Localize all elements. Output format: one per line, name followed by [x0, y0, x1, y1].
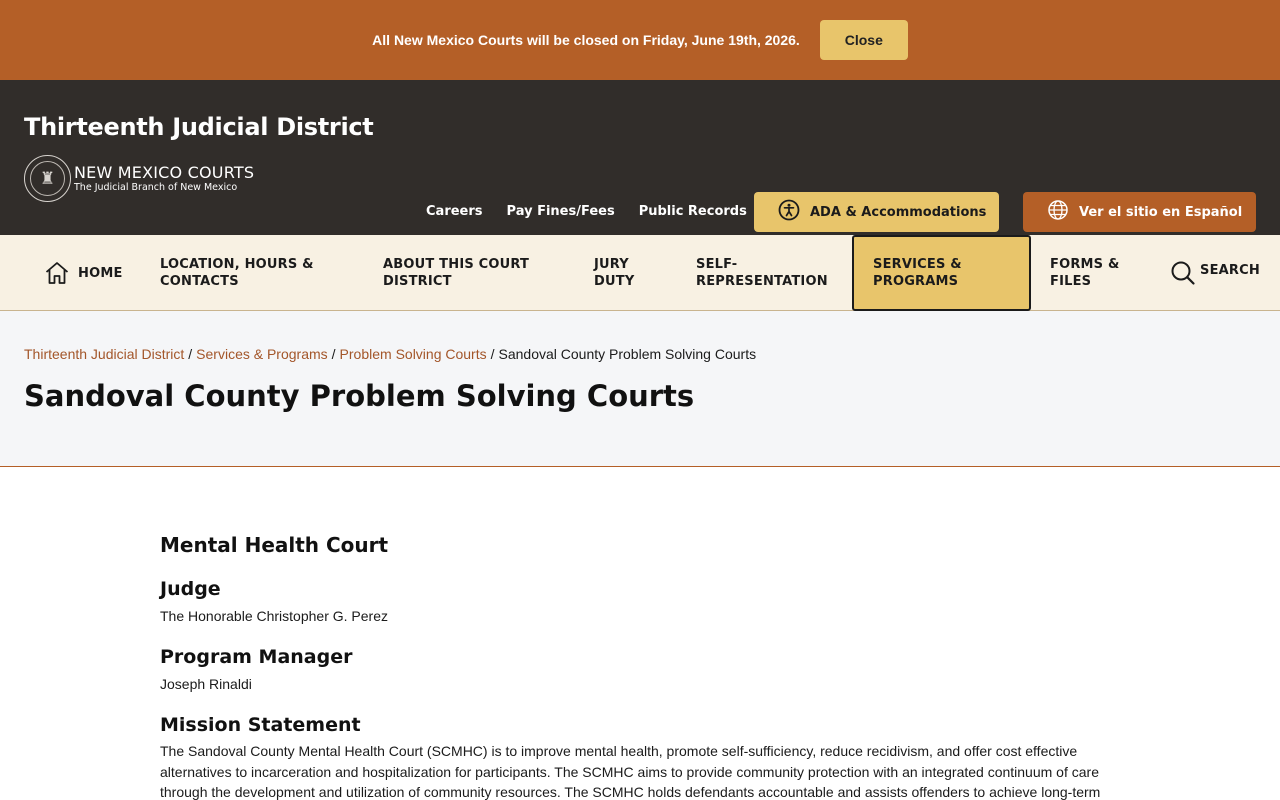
main-content: Mental Health Court Judge The Honorable … [0, 467, 1120, 800]
mission-text: The Sandoval County Mental Health Court … [160, 743, 1101, 800]
nav-jury-duty[interactable]: JURY DUTY [594, 235, 654, 311]
ada-label: ADA & Accommodations [810, 204, 987, 220]
public-records-link[interactable]: Public Records [639, 204, 747, 219]
mission-heading: Mission Statement [160, 714, 361, 736]
court-seal-icon: ♜ [24, 155, 71, 202]
nm-courts-logo[interactable]: ♜ NEW MEXICO COURTS The Judicial Branch … [24, 155, 254, 202]
nav-location[interactable]: LOCATION, HOURS & CONTACTS [160, 235, 330, 311]
nav-self-representation[interactable]: SELF-REPRESENTATION [696, 235, 836, 311]
nav-services-label: SERVICES & PROGRAMS [873, 257, 962, 289]
manager-name: Joseph Rinaldi [160, 676, 252, 692]
ada-accommodations-button[interactable]: ADA & Accommodations [754, 192, 999, 232]
breadcrumb: Thirteenth Judicial District / Services & … [24, 346, 757, 362]
home-icon [44, 260, 70, 286]
spanish-site-button[interactable]: Ver el sitio en Español [1023, 192, 1256, 232]
nav-self-rep-label: SELF-REPRESENTATION [696, 257, 828, 289]
breadcrumb-current: Sandoval County Problem Solving Courts [498, 346, 757, 362]
breadcrumb-home[interactable]: Thirteenth Judicial District [24, 346, 184, 362]
breadcrumb-services[interactable]: Services & Programs [196, 346, 327, 362]
site-header: Thirteenth Judicial District ♜ NEW MEXIC… [0, 80, 1280, 235]
utility-links: Careers Pay Fines/Fees Public Records [426, 204, 747, 219]
pay-fines-link[interactable]: Pay Fines/Fees [507, 204, 615, 219]
spanish-label: Ver el sitio en Español [1079, 204, 1243, 220]
nav-about[interactable]: ABOUT THIS COURT DISTRICT [383, 235, 553, 311]
search-icon [1170, 260, 1196, 286]
breadcrumb-problem-solving[interactable]: Problem Solving Courts [340, 346, 487, 362]
logo-name: NEW MEXICO COURTS [74, 162, 255, 182]
nav-search[interactable]: SEARCH [1170, 235, 1260, 311]
manager-heading: Program Manager [160, 646, 353, 668]
section-title: Mental Health Court [160, 533, 389, 557]
nav-home-label: HOME [78, 265, 123, 281]
nav-home[interactable]: HOME [44, 235, 123, 311]
alert-message: All New Mexico Courts will be closed on … [372, 32, 800, 48]
nav-services-programs[interactable]: SERVICES & PROGRAMS [852, 235, 1031, 311]
accessibility-icon [778, 199, 800, 225]
page-title: Sandoval County Problem Solving Courts [24, 379, 695, 413]
page-header: Thirteenth Judicial District / Services & … [0, 311, 1280, 467]
logo-tagline: The Judicial Branch of New Mexico [74, 181, 238, 193]
careers-link[interactable]: Careers [426, 204, 483, 219]
globe-icon [1047, 199, 1069, 225]
nav-search-label: SEARCH [1200, 262, 1260, 278]
main-nav: HOME LOCATION, HOURS & CONTACTS ABOUT TH… [0, 235, 1280, 311]
close-alert-button[interactable]: Close [819, 20, 908, 60]
judge-heading: Judge [160, 578, 221, 600]
nav-forms-files[interactable]: FORMS & FILES [1050, 235, 1140, 311]
alert-banner: All New Mexico Courts will be closed on … [0, 0, 1280, 80]
site-title[interactable]: Thirteenth Judicial District [24, 113, 374, 141]
judge-name: The Honorable Christopher G. Perez [160, 608, 388, 624]
